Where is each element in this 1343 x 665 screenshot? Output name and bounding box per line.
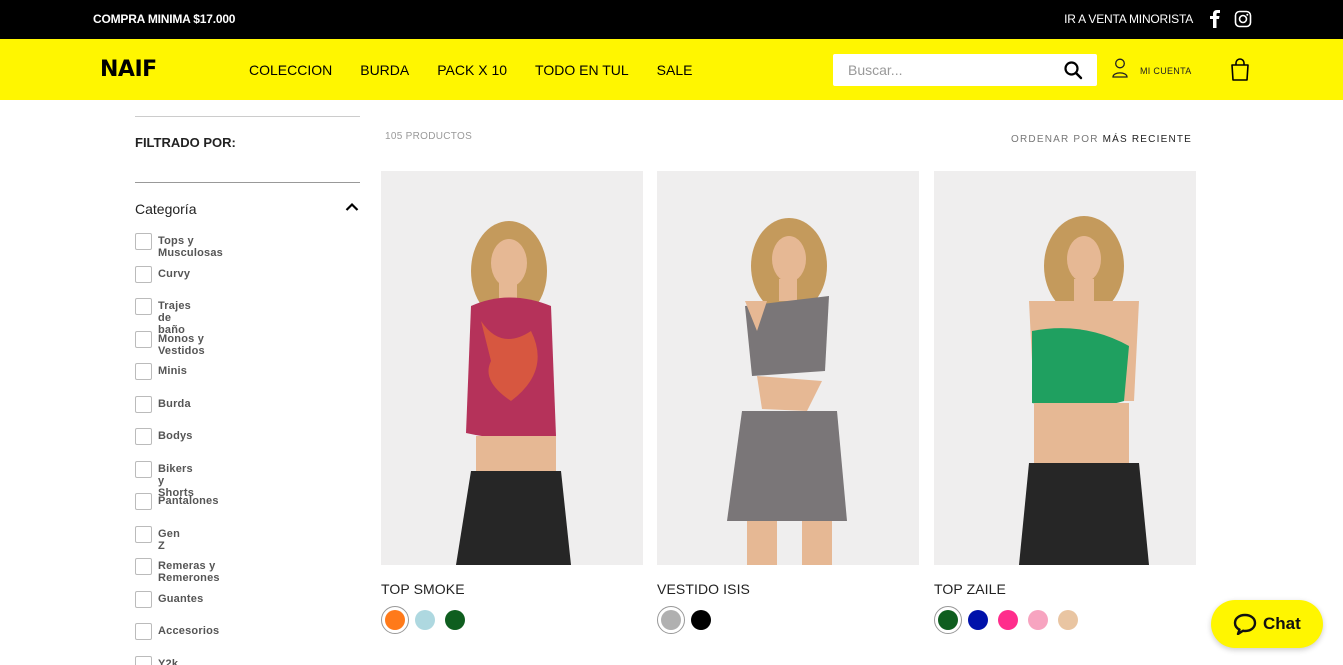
account-link[interactable]: MI CUENTA (1112, 58, 1202, 82)
product-image[interactable] (657, 171, 919, 565)
color-swatch[interactable] (934, 606, 962, 634)
divider (135, 182, 360, 183)
chat-button[interactable]: Chat (1211, 600, 1323, 648)
instagram-icon[interactable] (1234, 10, 1252, 28)
category-label: Guantes (158, 592, 204, 605)
category-label: Monos y Vestidos (158, 332, 205, 357)
category-label: Accesorios (158, 625, 220, 637)
sort-value: MÁS RECIENTE (1102, 134, 1193, 145)
category-label: Remeras y Remerones (158, 560, 220, 584)
category-checkbox[interactable] (135, 233, 152, 250)
color-swatch[interactable] (998, 610, 1018, 630)
min-purchase-text: COMPRA MINIMA $17.000 (93, 12, 236, 26)
search-icon[interactable] (1063, 60, 1083, 80)
product-image[interactable] (934, 171, 1196, 565)
color-swatch[interactable] (445, 610, 465, 630)
product-card[interactable]: VESTIDO ISIS (657, 171, 919, 634)
color-swatches (934, 606, 1196, 634)
category-checkbox[interactable] (135, 655, 152, 665)
search-box (833, 54, 1097, 86)
color-swatch[interactable] (691, 610, 711, 630)
category-checkbox[interactable] (135, 623, 152, 640)
category-checkbox[interactable] (135, 460, 152, 478)
chat-bubble-icon (1233, 613, 1257, 635)
product-count: 105 PRODUCTOS (385, 131, 473, 142)
model-photo-placeholder (1019, 216, 1149, 565)
product-card[interactable]: TOP SMOKE (381, 171, 643, 634)
category-checkbox[interactable] (135, 590, 152, 608)
category-heading[interactable]: Categoría (135, 201, 196, 217)
category-label: Bikers y Shorts (158, 462, 195, 499)
nav-todo-en-tul[interactable]: TODO EN TUL (535, 62, 629, 78)
nav-coleccion[interactable]: COLECCION (249, 62, 332, 78)
chevron-up-icon[interactable] (345, 201, 359, 213)
color-swatches (657, 606, 919, 634)
product-name[interactable]: TOP SMOKE (381, 581, 643, 597)
user-icon (1112, 58, 1128, 78)
category-label: Curvy (158, 267, 191, 280)
color-swatch[interactable] (381, 606, 409, 634)
sort-dropdown[interactable]: ORDENAR POR MÁS RECIENTE (1011, 134, 1192, 145)
product-card[interactable]: TOP ZAILE (934, 171, 1196, 634)
sort-prefix: ORDENAR POR (1011, 134, 1099, 145)
category-label: Pantalones (158, 495, 219, 507)
category-checkbox[interactable] (135, 298, 152, 315)
divider (135, 116, 360, 117)
category-label: Bodys (158, 430, 193, 442)
product-name[interactable]: VESTIDO ISIS (657, 581, 919, 597)
product-image[interactable] (381, 171, 643, 565)
category-checkbox[interactable] (135, 525, 152, 543)
shopping-bag-icon[interactable] (1229, 58, 1251, 82)
category-checkbox[interactable] (135, 558, 152, 575)
color-swatch[interactable] (415, 610, 435, 630)
search-input[interactable] (848, 62, 1048, 78)
account-label: MI CUENTA (1140, 66, 1192, 76)
nav-sale[interactable]: SALE (657, 62, 693, 78)
category-label: Tops y Musculosas (158, 235, 223, 259)
facebook-icon[interactable] (1208, 10, 1222, 28)
category-checkbox[interactable] (135, 265, 152, 283)
main-header: NAIF COLECCION BURDA PACK X 10 TODO EN T… (0, 39, 1343, 100)
category-label: Gen Z (158, 527, 180, 552)
category-checkbox[interactable] (135, 428, 152, 445)
category-label: Y2k Underwear (158, 657, 179, 665)
filter-title: FILTRADO POR: (135, 135, 236, 150)
category-label: Trajes de baño (158, 300, 192, 336)
category-checkbox[interactable] (135, 363, 152, 380)
color-swatch[interactable] (657, 606, 685, 634)
model-photo-placeholder (727, 218, 847, 565)
chat-label: Chat (1263, 614, 1301, 633)
naif-logo[interactable]: NAIF (100, 57, 157, 82)
nav-burda[interactable]: BURDA (360, 62, 409, 78)
category-label: Burda (158, 397, 191, 410)
category-label: Minis (158, 365, 188, 377)
category-checkbox[interactable] (135, 330, 152, 348)
color-swatch[interactable] (1058, 610, 1078, 630)
top-announcement-bar: COMPRA MINIMA $17.000 IR A VENTA MINORIS… (0, 0, 1343, 39)
category-checkbox[interactable] (135, 395, 152, 413)
main-nav: COLECCION BURDA PACK X 10 TODO EN TUL SA… (249, 62, 720, 78)
category-checkbox[interactable] (135, 493, 152, 510)
model-photo-placeholder (456, 221, 571, 565)
color-swatches (381, 606, 643, 634)
nav-pack-x-10[interactable]: PACK X 10 (437, 62, 507, 78)
color-swatch[interactable] (968, 610, 988, 630)
retail-link[interactable]: IR A VENTA MINORISTA (1064, 12, 1193, 26)
color-swatch[interactable] (1028, 610, 1048, 630)
product-name[interactable]: TOP ZAILE (934, 581, 1196, 597)
